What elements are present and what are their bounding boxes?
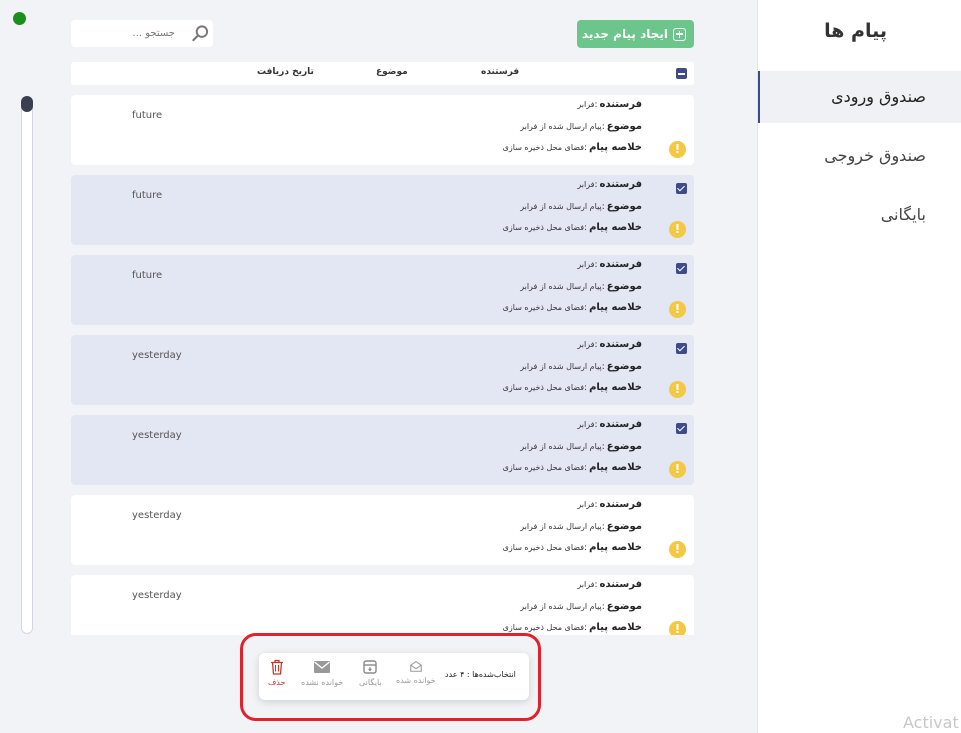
open-envelope-icon (410, 660, 422, 672)
row-checkbox[interactable] (676, 183, 687, 194)
message-list: فرستنده: فرابر موضوع: پیام ارسال شده از فر… (71, 95, 694, 635)
message-summary: خلاصه پیام: فضای محل ذخیره سازی (502, 302, 642, 313)
warning-icon: ! (669, 461, 686, 478)
archive-icon (363, 660, 378, 674)
warning-icon: ! (669, 141, 686, 158)
search-box[interactable] (71, 20, 213, 47)
message-row[interactable]: فرستنده: فرابر موضوع: پیام ارسال شده از فر… (71, 495, 694, 565)
archive-label: بایگانی (359, 678, 382, 687)
delete-label: حذف (268, 678, 286, 687)
message-subject: موضوع: پیام ارسال شده از فرابر (520, 201, 642, 212)
message-subject: موضوع: پیام ارسال شده از فرابر (520, 361, 642, 372)
new-message-button[interactable]: ایجاد پیام جدید (577, 20, 694, 48)
message-row[interactable]: فرستنده: فرابر موضوع: پیام ارسال شده از فر… (71, 575, 694, 635)
search-input[interactable] (85, 25, 175, 42)
trash-icon (270, 659, 283, 675)
message-subject: موضوع: پیام ارسال شده از فرابر (520, 441, 642, 452)
message-row[interactable]: فرستنده: فرابر موضوع: پیام ارسال شده از فر… (71, 95, 694, 165)
message-sender: فرستنده: فرابر (577, 259, 642, 270)
message-summary: خلاصه پیام: فضای محل ذخیره سازی (502, 142, 642, 153)
table-header: فرستنده موضوع تاریخ دریافت (71, 62, 694, 85)
message-date: yesterday (132, 590, 182, 601)
warning-icon: ! (669, 621, 686, 635)
select-all-checkbox[interactable] (676, 68, 687, 79)
message-sender: فرستنده: فرابر (577, 339, 642, 350)
message-summary: خلاصه پیام: فضای محل ذخیره سازی (502, 222, 642, 233)
delete-button[interactable]: حذف (268, 659, 285, 687)
mark-read-label: خوانده شده (396, 676, 436, 685)
row-checkbox[interactable] (676, 343, 687, 354)
sidebar-item-outbox[interactable]: صندوق خروجی (758, 130, 961, 182)
message-date: future (132, 270, 163, 281)
selected-count: انتخاب‌شده‌ها : ۴ عدد (445, 670, 516, 679)
message-sender: فرستنده: فرابر (577, 499, 642, 510)
plus-icon (673, 27, 686, 41)
message-summary: خلاصه پیام: فضای محل ذخیره سازی (502, 462, 642, 473)
sidebar: پیام ها صندوق ورودی صندوق خروجی بایگانی (757, 0, 961, 733)
sidebar-item-inbox[interactable]: صندوق ورودی (758, 71, 961, 123)
message-sender: فرستنده: فرابر (577, 179, 642, 190)
message-date: future (132, 190, 163, 201)
bulk-action-bar: انتخاب‌شده‌ها : ۴ عدد خوانده شده بایگانی… (259, 653, 529, 700)
column-received-date[interactable]: تاریخ دریافت (257, 67, 314, 77)
message-date: future (132, 110, 163, 121)
archive-button[interactable]: بایگانی (359, 659, 382, 687)
row-checkbox[interactable] (676, 263, 687, 274)
column-sender[interactable]: فرستنده (481, 67, 519, 77)
row-checkbox[interactable] (676, 423, 687, 434)
envelope-icon (314, 661, 331, 673)
message-subject: موضوع: پیام ارسال شده از فرابر (520, 601, 642, 612)
message-subject: موضوع: پیام ارسال شده از فرابر (520, 521, 642, 532)
activation-watermark: Activat (903, 713, 959, 732)
message-date: yesterday (132, 430, 182, 441)
message-summary: خلاصه پیام: فضای محل ذخیره سازی (502, 382, 642, 393)
message-row[interactable]: فرستنده: فرابر موضوع: پیام ارسال شده از فر… (71, 175, 694, 245)
message-date: yesterday (132, 510, 182, 521)
mark-unread-button[interactable]: خوانده نشده (301, 659, 343, 687)
message-subject: موضوع: پیام ارسال شده از فرابر (520, 281, 642, 292)
message-sender: فرستنده: فرابر (577, 579, 642, 590)
mark-read-button[interactable]: خوانده شده (396, 659, 436, 685)
message-summary: خلاصه پیام: فضای محل ذخیره سازی (502, 542, 642, 553)
new-message-label: ایجاد پیام جدید (581, 27, 668, 41)
search-icon[interactable] (191, 24, 210, 43)
message-subject: موضوع: پیام ارسال شده از فرابر (520, 121, 642, 132)
mark-unread-label: خوانده نشده (301, 678, 344, 687)
warning-icon: ! (669, 221, 686, 238)
sidebar-title: پیام ها (824, 20, 887, 42)
message-sender: فرستنده: فرابر (577, 99, 642, 110)
sidebar-item-archive[interactable]: بایگانی (758, 189, 961, 241)
column-subject[interactable]: موضوع (376, 67, 408, 77)
scroll-thumb[interactable] (21, 96, 33, 112)
scrollbar[interactable] (21, 96, 33, 634)
message-date: yesterday (132, 350, 182, 361)
status-indicator (13, 12, 26, 25)
message-sender: فرستنده: فرابر (577, 419, 642, 430)
message-summary: خلاصه پیام: فضای محل ذخیره سازی (502, 622, 642, 633)
warning-icon: ! (669, 301, 686, 318)
warning-icon: ! (669, 541, 686, 558)
message-row[interactable]: فرستنده: فرابر موضوع: پیام ارسال شده از فر… (71, 335, 694, 405)
warning-icon: ! (669, 381, 686, 398)
message-row[interactable]: فرستنده: فرابر موضوع: پیام ارسال شده از فر… (71, 415, 694, 485)
message-row[interactable]: فرستنده: فرابر موضوع: پیام ارسال شده از فر… (71, 255, 694, 325)
